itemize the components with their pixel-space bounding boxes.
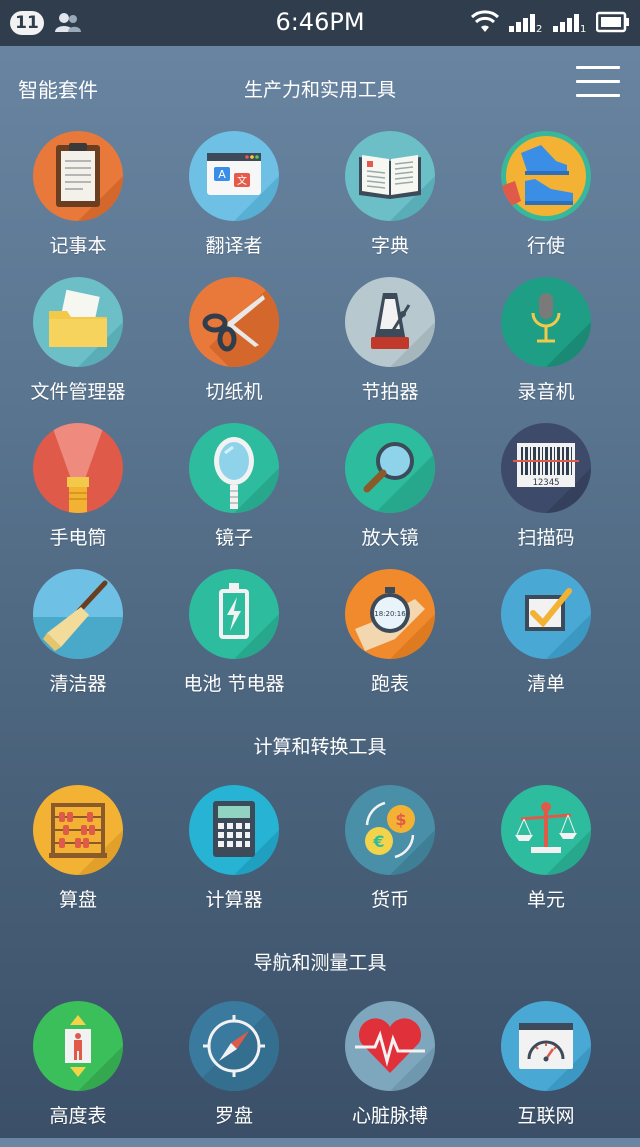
- metronome-icon: [345, 277, 435, 367]
- tile-label: 罗盘: [214, 1105, 253, 1127]
- elevator-icon: [33, 1001, 123, 1091]
- tile-cutter[interactable]: 切纸机: [156, 277, 312, 423]
- menu-bar-bottom: [576, 94, 620, 97]
- speedometer-icon: [501, 1001, 591, 1091]
- tile-label: 算盘: [58, 889, 97, 911]
- tile-label: 行使: [526, 235, 565, 257]
- menu-button[interactable]: [576, 66, 620, 98]
- tile-label: 切纸机: [205, 381, 263, 403]
- tile-label: 手电筒: [49, 527, 107, 549]
- folder-icon: [33, 277, 123, 367]
- tile-file-manager[interactable]: 文件管理器: [0, 277, 156, 423]
- mirror-icon: [189, 423, 279, 513]
- tile-currency[interactable]: $ € 货币: [312, 785, 468, 931]
- tile-calculator[interactable]: 计算器: [156, 785, 312, 931]
- signal-sim2-icon: 1: [553, 14, 586, 33]
- tile-label: 录音机: [517, 381, 575, 403]
- flashlight-icon: [33, 423, 123, 513]
- tile-label: 扫描码: [517, 527, 575, 549]
- sim1-label: 2: [536, 24, 542, 33]
- dollar-glyph: $: [395, 810, 406, 829]
- compass-icon: [189, 1001, 279, 1091]
- calculation-grid: 算盘 计算器 $ € 货币 单元: [0, 785, 640, 931]
- magnifier-icon: [345, 423, 435, 513]
- tile-label: 跑表: [370, 673, 409, 695]
- tile-compass[interactable]: 罗盘: [156, 1001, 312, 1147]
- tile-label: 清洁器: [49, 673, 107, 695]
- tile-altimeter[interactable]: 高度表: [0, 1001, 156, 1147]
- battery-status-icon: [596, 11, 629, 33]
- stopwatch-icon: 18:20:16: [345, 569, 435, 659]
- signal-sim1-icon: 2: [509, 14, 542, 33]
- tile-checklist[interactable]: 清单: [468, 569, 624, 715]
- calculator-icon: [189, 785, 279, 875]
- tile-label: 字典: [370, 235, 409, 257]
- tile-label: 计算器: [205, 889, 263, 911]
- sim2-label: 1: [580, 24, 586, 33]
- section-title-calculation: 计算和转换工具: [253, 736, 387, 758]
- tile-units[interactable]: 单元: [468, 785, 624, 931]
- navigation-grid: 高度表 罗盘 心脏脉搏 互联网: [0, 1001, 640, 1147]
- productivity-grid: 记事本 A 文 翻译者 字典 行使 文件管理器 切纸机 节拍器 录音机 手电筒 …: [0, 131, 640, 715]
- tile-recorder[interactable]: 录音机: [468, 277, 624, 423]
- barcode-icon: 12345: [501, 423, 591, 513]
- battery-icon: [189, 569, 279, 659]
- tile-label: 翻译者: [205, 235, 263, 257]
- tile-label: 文件管理器: [30, 381, 126, 403]
- translator-a-glyph: A: [218, 168, 226, 181]
- tile-label: 节拍器: [361, 381, 419, 403]
- status-bar: 11 6:46PM 2 1: [0, 0, 640, 46]
- translator-icon: A 文: [189, 131, 279, 221]
- tile-label: 镜子: [214, 527, 253, 549]
- abacus-icon: [33, 785, 123, 875]
- tile-cleaner[interactable]: 清洁器: [0, 569, 156, 715]
- tile-translator[interactable]: A 文 翻译者: [156, 131, 312, 277]
- tile-label: 高度表: [49, 1105, 107, 1127]
- dictionary-icon: [345, 131, 435, 221]
- currency-icon: $ €: [345, 785, 435, 875]
- tile-label: 货币: [370, 889, 409, 911]
- wifi-icon: [470, 10, 500, 32]
- translator-b-glyph: 文: [237, 174, 247, 187]
- scale-icon: [501, 785, 591, 875]
- shoes-icon: [501, 131, 591, 221]
- tile-label: 放大镜: [361, 527, 419, 549]
- tile-magnifier[interactable]: 放大镜: [312, 423, 468, 569]
- tile-battery-saver[interactable]: 电池 节电器: [156, 569, 312, 715]
- notepad-icon: [33, 131, 123, 221]
- tile-label: 记事本: [49, 235, 107, 257]
- microphone-icon: [501, 277, 591, 367]
- stopwatch-time: 18:20:16: [374, 610, 406, 618]
- scissors-icon: [189, 277, 279, 367]
- tile-notepad[interactable]: 记事本: [0, 131, 156, 277]
- tile-dictionary[interactable]: 字典: [312, 131, 468, 277]
- tile-label: 电池 节电器: [183, 673, 285, 695]
- barcode-digits: 12345: [532, 478, 559, 488]
- tile-internet[interactable]: 互联网: [468, 1001, 624, 1147]
- tile-flashlight[interactable]: 手电筒: [0, 423, 156, 569]
- app-header: 智能套件 生产力和实用工具: [0, 46, 640, 126]
- tile-label: 心脏脉搏: [351, 1105, 428, 1127]
- section-title-navigation: 导航和测量工具: [253, 952, 387, 974]
- tile-abacus[interactable]: 算盘: [0, 785, 156, 931]
- tile-label: 单元: [526, 889, 565, 911]
- tile-heart-pulse[interactable]: 心脏脉搏: [312, 1001, 468, 1147]
- menu-bar-top: [576, 66, 620, 69]
- tile-label: 清单: [526, 673, 565, 695]
- tile-label: 互联网: [517, 1105, 575, 1127]
- tile-scanner[interactable]: 12345 扫描码: [468, 423, 624, 569]
- tile-stopwatch[interactable]: 18:20:16 跑表: [312, 569, 468, 715]
- menu-bar-middle: [576, 80, 620, 83]
- tile-shoes[interactable]: 行使: [468, 131, 624, 277]
- euro-glyph: €: [372, 832, 384, 851]
- section-title-productivity: 生产力和实用工具: [243, 79, 396, 101]
- heart-pulse-icon: [345, 1001, 435, 1091]
- tile-metronome[interactable]: 节拍器: [312, 277, 468, 423]
- broom-icon: [33, 569, 123, 659]
- checklist-icon: [501, 569, 591, 659]
- tile-mirror[interactable]: 镜子: [156, 423, 312, 569]
